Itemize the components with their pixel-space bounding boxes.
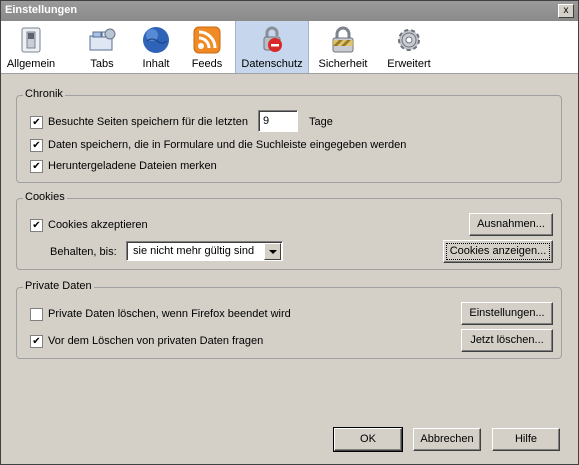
clear-on-exit-checkbox[interactable]: [30, 308, 43, 321]
padlock-icon: [332, 26, 354, 53]
tab-label: Sicherheit: [318, 58, 368, 70]
tab-label: Datenschutz: [241, 58, 303, 70]
clear-on-exit-label: Private Daten löschen, wenn Firefox been…: [48, 308, 291, 320]
keep-until-label: Behalten, bis:: [50, 246, 117, 258]
group-cookies: Cookies ✔ Cookies akzeptieren Behalten, …: [16, 191, 562, 270]
show-cookies-button[interactable]: Cookies anzeigen...: [443, 240, 553, 263]
keep-until-value: sie nicht mehr gültig sind: [133, 245, 255, 257]
ok-button[interactable]: OK: [333, 427, 403, 452]
history-label: Besuchte Seiten speichern für die letzte…: [48, 116, 248, 128]
downloads-label: Heruntergeladene Dateien merken: [48, 160, 217, 172]
close-button[interactable]: x: [558, 4, 574, 18]
tab-label: Tabs: [90, 58, 114, 70]
forms-label: Daten speichern, die in Formulare und di…: [48, 139, 407, 151]
help-button[interactable]: Hilfe: [492, 428, 560, 451]
downloads-checkbox[interactable]: ✔: [30, 160, 43, 173]
forms-checkbox[interactable]: ✔: [30, 139, 43, 152]
tab-label: Feeds: [191, 58, 223, 70]
window-title: Einstellungen: [5, 4, 78, 16]
rss-icon: [193, 26, 221, 54]
tab-allgemein[interactable]: Allgemein: [5, 21, 57, 73]
tabs-icon: [89, 28, 116, 51]
history-checkbox[interactable]: ✔: [30, 116, 43, 129]
history-unit: Tage: [309, 116, 333, 128]
tab-tabs[interactable]: Tabs: [79, 21, 125, 73]
keep-until-select[interactable]: sie nicht mehr gültig sind: [126, 241, 283, 261]
group-chronik: Chronik ✔ Besuchte Seiten speichern für …: [16, 88, 562, 183]
group-legend: Chronik: [23, 88, 65, 100]
tab-erweitert[interactable]: Erweitert: [381, 21, 437, 73]
chevron-down-icon[interactable]: [264, 243, 281, 260]
history-days-input[interactable]: 9: [258, 110, 298, 132]
preferences-toolbar: Allgemein Tabs Inhalt Feeds Datenschutz …: [1, 21, 578, 74]
tab-sicherheit[interactable]: Sicherheit: [315, 21, 371, 73]
accept-cookies-checkbox[interactable]: ✔: [30, 219, 43, 232]
tab-datenschutz[interactable]: Datenschutz: [235, 21, 309, 73]
ask-before-clear-checkbox[interactable]: ✔: [30, 335, 43, 348]
gear-icon: [398, 29, 420, 51]
clear-now-button[interactable]: Jetzt löschen...: [461, 329, 553, 352]
ask-before-clear-label: Vor dem Löschen von privaten Daten frage…: [48, 335, 264, 347]
cancel-button[interactable]: Abbrechen: [413, 428, 481, 451]
titlebar: Einstellungen x: [1, 1, 578, 21]
group-private-data: Private Daten Private Daten löschen, wen…: [16, 280, 562, 359]
tab-label: Inhalt: [142, 58, 170, 70]
globe-icon: [143, 27, 169, 53]
tab-feeds[interactable]: Feeds: [185, 21, 229, 73]
private-settings-button[interactable]: Einstellungen...: [461, 302, 553, 325]
group-legend: Cookies: [23, 191, 67, 203]
group-legend: Private Daten: [23, 280, 94, 292]
accept-cookies-label: Cookies akzeptieren: [48, 219, 148, 231]
switch-icon: [21, 27, 41, 53]
tab-inhalt[interactable]: Inhalt: [135, 21, 177, 73]
lock-sign-icon: [263, 26, 282, 52]
cookie-exceptions-button[interactable]: Ausnahmen...: [469, 213, 553, 236]
preferences-window: Einstellungen x Allgemein Tabs Inhalt Fe…: [0, 0, 579, 465]
tab-label: Allgemein: [6, 58, 56, 70]
tab-label: Erweitert: [387, 58, 431, 70]
history-days-value: 9: [263, 115, 270, 127]
